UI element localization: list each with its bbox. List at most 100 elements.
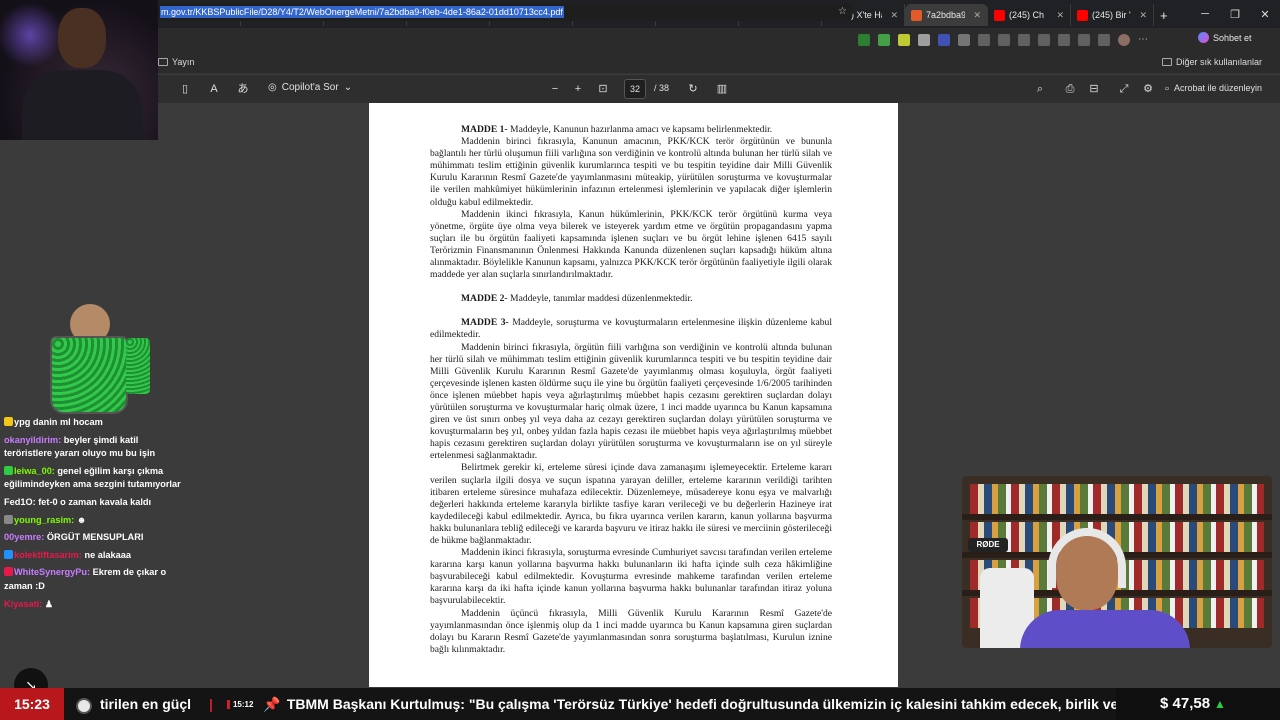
heart-icon[interactable] bbox=[1058, 34, 1070, 46]
paragraph-text: Maddenin birinci fıkrasıyla, örgütün fii… bbox=[430, 341, 832, 462]
chat-message: kolektiftasarim: ne alakaaa bbox=[4, 549, 182, 563]
chat-message: Fed1O: fet-0 o zaman kavala kaldı bbox=[4, 496, 182, 510]
chat-username[interactable]: Fed1O: bbox=[4, 497, 36, 507]
extension-icon[interactable] bbox=[918, 34, 930, 46]
paragraph-text: Maddenin ikinci fıkrasıyla, soruşturma e… bbox=[430, 547, 832, 607]
ticker-time: 15:12 bbox=[226, 700, 254, 709]
browser-tab[interactable]: (245) Bir "Şe ✕ bbox=[1071, 4, 1154, 26]
chat-username[interactable]: WhiteSynergyPu: bbox=[14, 567, 90, 577]
up-arrow-icon: ▲ bbox=[1214, 697, 1226, 711]
tab-label: 7a2bdba9-f0 bbox=[926, 10, 966, 20]
star-icon[interactable]: ☆ bbox=[838, 3, 847, 21]
acrobat-icon[interactable]: ▫ bbox=[1160, 82, 1174, 96]
ticker-text: tirilen en güçl | 15:12 📌 TBMM Başkanı Kurtu… bbox=[100, 688, 1116, 720]
browser-tab[interactable]: (245) Ch ✕ bbox=[988, 4, 1071, 26]
favorites-icon[interactable] bbox=[1018, 34, 1030, 46]
chat-username[interactable]: leiwa_00: bbox=[14, 466, 55, 476]
chat-text: ☻ bbox=[74, 514, 87, 525]
copilot-icon: ◎ bbox=[268, 82, 277, 93]
tab-close-icon[interactable]: ✕ bbox=[973, 10, 981, 21]
fit-page-icon[interactable]: ⊡ bbox=[596, 82, 610, 96]
minimize-icon[interactable]: ─ bbox=[1190, 8, 1220, 20]
extension-icon[interactable] bbox=[898, 34, 910, 46]
split-icon[interactable] bbox=[998, 34, 1010, 46]
pdf-toolbar: ▯ A あ ◎ Copilot'a Sor ⌄ − + ⊡ 32 / 38 ↻ … bbox=[0, 75, 1280, 103]
restore-icon[interactable]: ❐ bbox=[1220, 8, 1250, 21]
gear-icon[interactable]: ⚙ bbox=[1141, 82, 1155, 96]
extension-icon[interactable] bbox=[878, 34, 890, 46]
chat-username[interactable]: kolektiftasarim: bbox=[14, 550, 82, 560]
paragraph-text: Belirtmek gerekir ki, erteleme süresi iç… bbox=[430, 462, 832, 546]
extension-icon[interactable] bbox=[858, 34, 870, 46]
ticker-headline: TBMM Başkanı Kurtulmuş: "Bu çalışma 'Ter… bbox=[286, 696, 1116, 712]
search-icon[interactable]: ⌕ bbox=[1033, 82, 1047, 96]
shield-icon[interactable] bbox=[1098, 34, 1110, 46]
chat-text: ÖRGÜT MENSUPLARI bbox=[44, 532, 144, 543]
extension-icon[interactable] bbox=[978, 34, 990, 46]
tab-favicon-icon bbox=[994, 9, 1005, 21]
bookmarks-bar: Yayın Diğer sık kullanılanlar bbox=[0, 52, 1280, 74]
pdf-paragraph: MADDE 1- Maddeyle, Kanunun hazırlanma am… bbox=[430, 124, 832, 136]
translate-icon[interactable]: あ bbox=[236, 82, 250, 96]
pdf-body-text: MADDE 1- Maddeyle, Kanunun hazırlanma am… bbox=[430, 124, 832, 656]
rotate-icon[interactable]: ↻ bbox=[686, 82, 700, 96]
zoom-in-button[interactable]: + bbox=[571, 82, 585, 96]
profile-avatar[interactable] bbox=[1118, 34, 1130, 46]
url-text[interactable]: m.gov.tr/KKBSPublicFile/D28/Y4/T2/WebOne… bbox=[160, 6, 564, 18]
browser-tab[interactable]: 7a2bdba9-f0 ✕ bbox=[905, 4, 988, 26]
chat-message: okanyildirim: beyler şimdi katil teröris… bbox=[4, 434, 182, 461]
paragraph-text: Maddenin üçüncü fıkrasıyla, Milli Güvenl… bbox=[430, 607, 832, 655]
news-ticker: 15:23 tirilen en güçl | 15:12 📌 TBMM Başkanı… bbox=[0, 688, 1280, 720]
price-value: $ 47,58 bbox=[1160, 695, 1211, 712]
chat-username[interactable]: okanyildirim: bbox=[4, 435, 61, 445]
chevron-down-icon: ⌄ bbox=[343, 82, 353, 93]
window-controls: ─ ❐ ✕ bbox=[1190, 0, 1280, 28]
url-field[interactable]: m.gov.tr/KKBSPublicFile/D28/Y4/T2/WebOne… bbox=[158, 3, 853, 21]
close-icon[interactable]: ✕ bbox=[1250, 8, 1280, 21]
extension-icon[interactable] bbox=[938, 34, 950, 46]
pin-icon: 📌 bbox=[263, 696, 281, 712]
page-view-icon[interactable]: ▥ bbox=[715, 82, 729, 96]
chat-username[interactable]: Kiyasati: bbox=[4, 599, 42, 609]
fullscreen-icon[interactable]: ⤢ bbox=[1117, 82, 1131, 96]
collections-icon[interactable] bbox=[1038, 34, 1050, 46]
page-number-input[interactable]: 32 bbox=[624, 79, 646, 99]
chat-badge-icon bbox=[4, 549, 13, 559]
paragraph-text: Maddeyle, Kanunun hazırlanma amacı ve ka… bbox=[507, 124, 773, 135]
save-icon[interactable]: ⊟ bbox=[1087, 82, 1101, 96]
chat-text: ne alakaaa bbox=[81, 549, 131, 560]
bookmark-label: Yayın bbox=[172, 57, 195, 67]
bookmark-yayin[interactable]: Yayın bbox=[158, 57, 194, 67]
bookmark-other-favorites[interactable]: Diğer sık kullanılanlar bbox=[1161, 57, 1262, 67]
stream-chat: ypg danin ml hocam okanyildirim: beyler ş… bbox=[4, 416, 182, 615]
chat-text: fet-0 o zaman kavala kaldı bbox=[35, 496, 152, 507]
sidebar-toggle-icon[interactable]: ▯ bbox=[178, 82, 192, 96]
chat-badge-icon bbox=[4, 417, 13, 426]
chat-button[interactable]: Sohbet et bbox=[1198, 32, 1252, 43]
chat-username[interactable]: 00yemre: bbox=[4, 532, 44, 542]
copilot-ask-button[interactable]: ◎ Copilot'a Sor ⌄ bbox=[268, 82, 352, 93]
extension-icon[interactable] bbox=[958, 34, 970, 46]
acrobat-edit-button[interactable]: Acrobat ile düzenleyin bbox=[1174, 83, 1262, 93]
tab-close-icon[interactable]: ✕ bbox=[1139, 10, 1147, 21]
copilot-icon[interactable] bbox=[1078, 34, 1090, 46]
more-icon[interactable]: ⋯ bbox=[1138, 34, 1150, 46]
new-tab-button[interactable]: + bbox=[1154, 4, 1174, 26]
tab-close-icon[interactable]: ✕ bbox=[890, 10, 898, 21]
read-aloud-icon[interactable]: A bbox=[207, 82, 221, 96]
chat-username[interactable]: young_rasim: bbox=[14, 515, 74, 525]
chat-message: young_rasim: ☻ bbox=[4, 514, 182, 528]
zoom-out-button[interactable]: − bbox=[548, 82, 562, 96]
pdf-paragraph: Maddenin ikinci fıkrasıyla, Kanun hüküml… bbox=[430, 209, 832, 282]
tab-favicon-icon bbox=[911, 9, 922, 21]
paragraph-text: Maddenin ikinci fıkrasıyla, Kanun hüküml… bbox=[430, 208, 832, 281]
print-icon[interactable]: ⎙ bbox=[1063, 82, 1077, 96]
tab-close-icon[interactable]: ✕ bbox=[1056, 10, 1064, 21]
article-heading: MADDE 2- bbox=[461, 293, 508, 305]
paragraph-text: Maddenin birinci fıkrasıyla, Kanunun ama… bbox=[430, 136, 832, 208]
mic-label: RØDE bbox=[968, 538, 1008, 552]
live-indicator-icon bbox=[64, 688, 100, 720]
chat-badge-icon bbox=[4, 465, 13, 475]
